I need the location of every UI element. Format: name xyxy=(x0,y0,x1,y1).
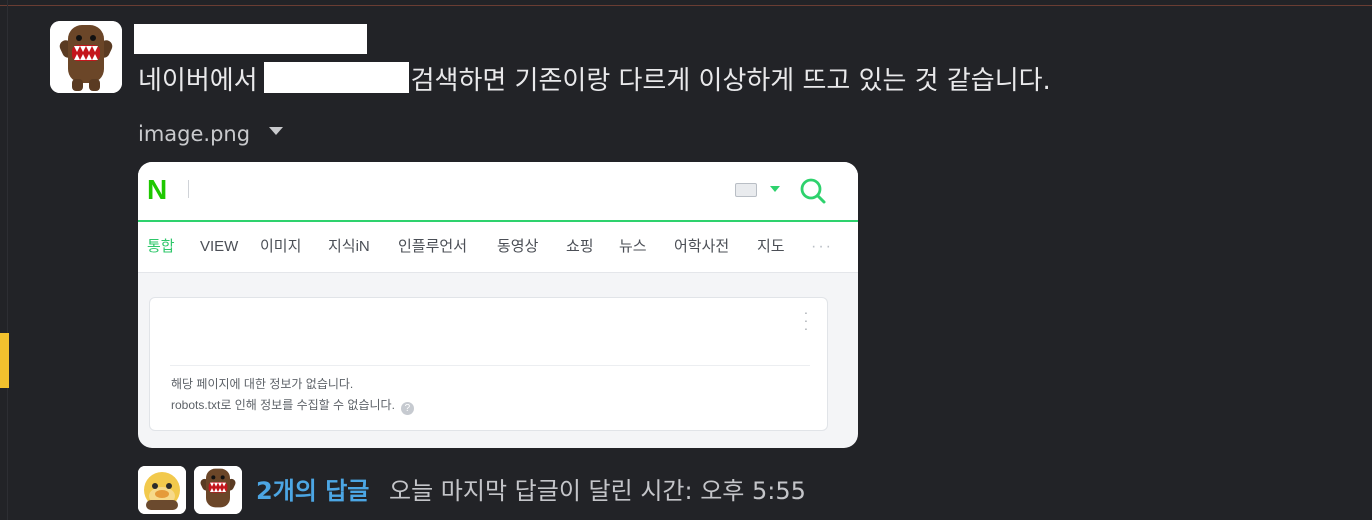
unread-marker xyxy=(0,333,9,388)
search-input-cursor xyxy=(188,180,189,198)
message-text: 네이버에서 검색하면 기존이랑 다르게 이상하게 뜨고 있는 것 같습니다. xyxy=(138,62,1051,98)
tab-knowledge: 지식iN xyxy=(328,238,370,255)
author-avatar[interactable] xyxy=(50,21,122,93)
message-text-before: 네이버에서 xyxy=(138,66,258,96)
naver-tab-bar: 통합 VIEW 이미지 지식iN 인플루언서 동영상 쇼핑 뉴스 어학사전 지도… xyxy=(138,222,858,273)
tab-dictionary: 어학사전 xyxy=(674,238,730,255)
robots-text-label: robots.txt로 인해 정보를 수집할 수 없습니다. xyxy=(171,398,395,412)
tab-news: 뉴스 xyxy=(619,238,647,255)
naver-logo: N xyxy=(147,174,168,205)
domo-avatar-icon xyxy=(50,21,122,93)
redacted-author-name xyxy=(134,24,367,54)
redacted-search-term xyxy=(263,62,409,93)
tab-view: VIEW xyxy=(200,238,239,255)
tab-map: 지도 xyxy=(757,238,785,255)
left-rail xyxy=(7,0,8,520)
more-tabs-icon: ··· xyxy=(811,238,833,255)
naver-search-bar: N xyxy=(138,162,858,222)
tab-integrated: 통합 xyxy=(147,238,175,255)
duck-avatar-icon xyxy=(138,466,186,514)
top-divider xyxy=(0,5,1372,6)
reply-avatar-2[interactable] xyxy=(194,466,242,514)
keyboard-icon xyxy=(735,183,757,197)
attachment-name[interactable]: image.png xyxy=(138,119,250,149)
robots-text: robots.txt로 인해 정보를 수집할 수 없습니다.? xyxy=(171,396,414,415)
thread-reply-count[interactable]: 2개의 답글 xyxy=(256,475,369,507)
tab-influencer: 인플루언서 xyxy=(398,238,468,255)
reply-avatar-1[interactable] xyxy=(138,466,186,514)
thread-last-reply-time: 오늘 마지막 답글이 달린 시간: 오후 5:55 xyxy=(389,477,806,505)
kebab-menu-icon: · · · xyxy=(803,304,809,336)
chevron-down-icon[interactable] xyxy=(269,127,283,135)
card-divider xyxy=(170,365,810,366)
tab-images: 이미지 xyxy=(260,238,302,255)
domo-avatar-icon xyxy=(194,466,242,514)
tab-video: 동영상 xyxy=(497,238,539,255)
no-info-text: 해당 페이지에 대한 정보가 없습니다. xyxy=(171,377,354,391)
message-text-after: 검색하면 기존이랑 다르게 이상하게 뜨고 있는 것 같습니다. xyxy=(410,66,1051,96)
attachment-image[interactable]: N 통합 VIEW 이미지 지식iN 인플루언서 동영상 쇼핑 뉴스 어학사전 … xyxy=(138,162,858,448)
result-card: · · · 해당 페이지에 대한 정보가 없습니다. robots.txt로 인해 … xyxy=(149,297,828,431)
help-icon: ? xyxy=(400,402,414,415)
tab-shopping: 쇼핑 xyxy=(566,238,594,255)
search-icon xyxy=(800,178,826,204)
dropdown-caret-icon xyxy=(770,186,780,192)
